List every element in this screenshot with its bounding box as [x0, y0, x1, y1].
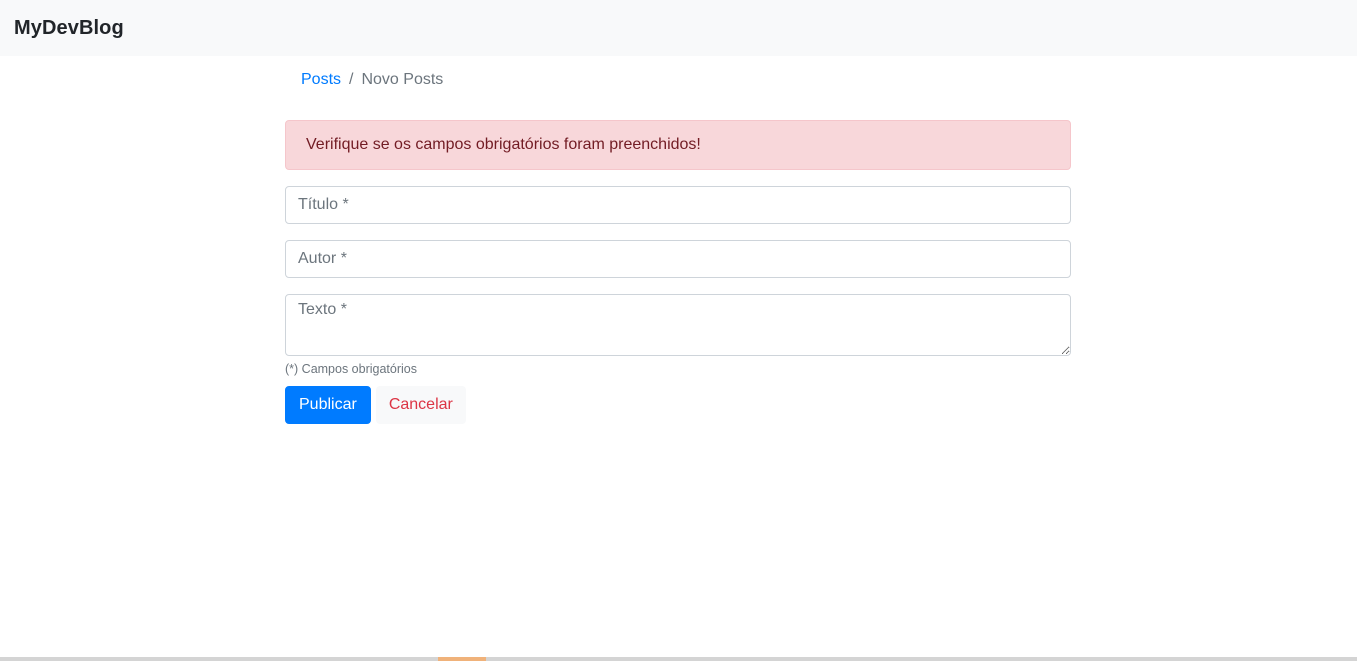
horizontal-scrollbar[interactable] [0, 657, 1357, 661]
text-form-group [285, 294, 1071, 356]
scrollbar-thumb[interactable] [438, 657, 486, 661]
breadcrumb: Posts / Novo Posts [285, 56, 1071, 104]
required-fields-hint: (*) Campos obrigatórios [285, 362, 417, 376]
author-input[interactable] [285, 240, 1071, 278]
title-form-group [285, 186, 1071, 224]
alert-message: Verifique se os campos obrigatórios fora… [306, 136, 701, 153]
breadcrumb-item-novo-posts: Novo Posts [361, 71, 444, 88]
form-actions: Publicar Cancelar [285, 386, 1071, 424]
author-form-group [285, 240, 1071, 278]
navbar: MyDevBlog [0, 0, 1357, 56]
error-alert: Verifique se os campos obrigatórios fora… [285, 120, 1071, 170]
cancel-button[interactable]: Cancelar [375, 386, 466, 424]
main-container: Posts / Novo Posts Verifique se os campo… [285, 56, 1071, 424]
publish-button[interactable]: Publicar [285, 386, 371, 424]
title-input[interactable] [285, 186, 1071, 224]
breadcrumb-separator: / [349, 71, 354, 88]
breadcrumb-item-posts[interactable]: Posts [301, 71, 341, 89]
text-textarea[interactable] [285, 294, 1071, 356]
navbar-brand[interactable]: MyDevBlog [14, 17, 124, 40]
